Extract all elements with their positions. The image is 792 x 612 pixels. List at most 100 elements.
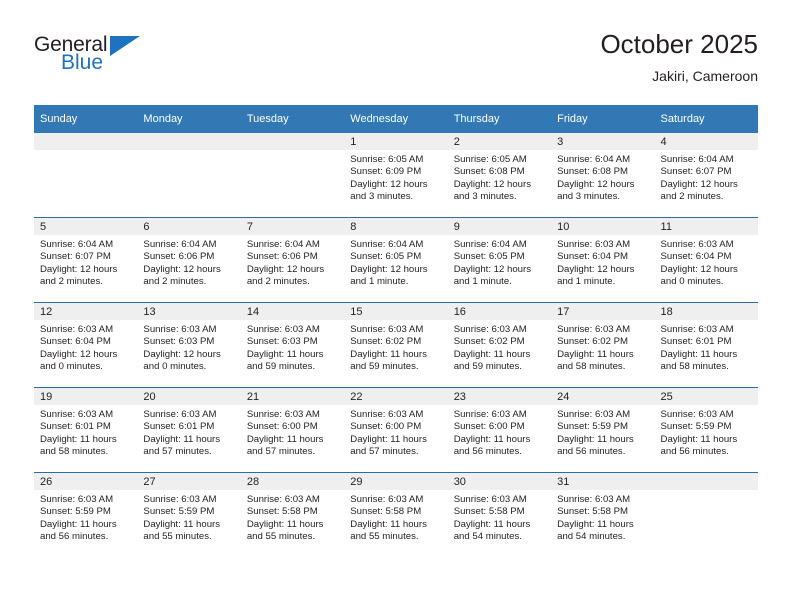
day-number: 29: [344, 473, 448, 490]
calendar-day-cell[interactable]: 12 Sunrise: 6:03 AM Sunset: 6:04 PM Dayligh…: [34, 302, 138, 388]
sunset-text: Sunset: 6:08 PM: [557, 166, 629, 178]
day-details: Sunrise: 6:03 AM Sunset: 6:03 PM Daylight:…: [241, 320, 344, 374]
day-number: 13: [137, 303, 241, 320]
sunrise-text: Sunrise: 6:03 AM: [143, 324, 217, 335]
day-number: 14: [240, 303, 345, 320]
day-number: 4: [654, 133, 758, 150]
calendar-day-cell[interactable]: 20 Sunrise: 6:03 AM Sunset: 6:01 PM Dayligh…: [137, 387, 241, 473]
calendar-day-cell[interactable]: 2 Sunrise: 6:05 AM Sunset: 6:08 PM Daylight…: [447, 133, 552, 218]
weekday-header-sunday: Sunday: [34, 105, 138, 133]
day-number: 30: [447, 473, 552, 490]
sunrise-text: Sunrise: 6:03 AM: [660, 324, 734, 335]
calendar-day-cell[interactable]: 15 Sunrise: 6:03 AM Sunset: 6:02 PM Dayligh…: [344, 302, 448, 388]
day-number: 15: [344, 303, 448, 320]
calendar-day-cell[interactable]: 22 Sunrise: 6:03 AM Sunset: 6:00 PM Dayligh…: [344, 387, 448, 473]
day-number: [654, 473, 758, 490]
calendar-day-cell[interactable]: 23 Sunrise: 6:03 AM Sunset: 6:00 PM Dayligh…: [447, 387, 552, 473]
calendar-day-cell[interactable]: 16 Sunrise: 6:03 AM Sunset: 6:02 PM Dayligh…: [447, 302, 552, 388]
sunrise-text: Sunrise: 6:03 AM: [246, 409, 320, 420]
sunrise-text: Sunrise: 6:03 AM: [40, 494, 114, 505]
calendar-week-row: 1 Sunrise: 6:05 AM Sunset: 6:09 PM Daylight…: [34, 133, 758, 218]
day-details: Sunrise: 6:03 AM Sunset: 6:00 PM Daylight:…: [448, 405, 551, 459]
day-details: Sunrise: 6:03 AM Sunset: 6:04 PM Daylight:…: [655, 235, 758, 289]
sunrise-text: Sunrise: 6:03 AM: [40, 409, 114, 420]
day-details: Sunrise: 6:03 AM Sunset: 5:59 PM Daylight:…: [137, 490, 240, 544]
calendar-day-cell[interactable]: 26 Sunrise: 6:03 AM Sunset: 5:59 PM Dayligh…: [34, 472, 138, 557]
sunrise-text: Sunrise: 6:04 AM: [246, 239, 320, 250]
sunset-text: Sunset: 5:58 PM: [246, 506, 318, 518]
calendar-day-cell[interactable]: 1 Sunrise: 6:05 AM Sunset: 6:09 PM Daylight…: [344, 133, 448, 218]
calendar-day-cell[interactable]: 5 Sunrise: 6:04 AM Sunset: 6:07 PM Daylight…: [34, 217, 138, 303]
day-details: Sunrise: 6:03 AM Sunset: 6:04 PM Daylight:…: [551, 235, 654, 289]
daylight-text: Daylight: 11 hours and 59 minutes.: [350, 348, 427, 373]
daylight-text: Daylight: 11 hours and 57 minutes.: [143, 433, 221, 458]
day-number: 25: [654, 388, 758, 405]
day-number: 31: [551, 473, 655, 490]
calendar-day-cell[interactable]: 7 Sunrise: 6:04 AM Sunset: 6:06 PM Daylight…: [240, 217, 345, 303]
sunset-text: Sunset: 6:02 PM: [557, 336, 629, 348]
daylight-text: Daylight: 11 hours and 59 minutes.: [246, 348, 324, 373]
day-details: Sunrise: 6:03 AM Sunset: 6:00 PM Daylight:…: [344, 405, 447, 459]
calendar-day-cell[interactable]: 19 Sunrise: 6:03 AM Sunset: 6:01 PM Dayligh…: [34, 387, 138, 473]
sunset-text: Sunset: 6:01 PM: [660, 336, 732, 348]
day-details: Sunrise: 6:03 AM Sunset: 5:58 PM Daylight:…: [551, 490, 654, 544]
sunrise-text: Sunrise: 6:03 AM: [660, 409, 734, 420]
daylight-text: Daylight: 11 hours and 55 minutes.: [143, 518, 221, 543]
day-details: Sunrise: 6:04 AM Sunset: 6:06 PM Daylight:…: [137, 235, 240, 289]
day-number: 22: [344, 388, 448, 405]
day-number: [137, 133, 241, 150]
day-details: Sunrise: 6:03 AM Sunset: 6:03 PM Daylight:…: [137, 320, 240, 374]
general-blue-logo[interactable]: General Blue: [34, 34, 174, 90]
sunset-text: Sunset: 6:05 PM: [350, 251, 422, 263]
sunset-text: Sunset: 5:59 PM: [143, 506, 215, 518]
calendar-day-cell[interactable]: 3 Sunrise: 6:04 AM Sunset: 6:08 PM Daylight…: [551, 133, 655, 218]
sunset-text: Sunset: 6:02 PM: [350, 336, 422, 348]
calendar-day-cell[interactable]: 18 Sunrise: 6:03 AM Sunset: 6:01 PM Dayligh…: [654, 302, 758, 388]
calendar-day-cell[interactable]: 10 Sunrise: 6:03 AM Sunset: 6:04 PM Dayligh…: [551, 217, 655, 303]
calendar-day-cell[interactable]: 11 Sunrise: 6:03 AM Sunset: 6:04 PM Dayligh…: [654, 217, 758, 303]
calendar-day-cell[interactable]: 13 Sunrise: 6:03 AM Sunset: 6:03 PM Dayligh…: [137, 302, 241, 388]
calendar-day-cell[interactable]: 6 Sunrise: 6:04 AM Sunset: 6:06 PM Daylight…: [137, 217, 241, 303]
calendar-day-cell[interactable]: 9 Sunrise: 6:04 AM Sunset: 6:05 PM Daylight…: [447, 217, 552, 303]
calendar-day-cell[interactable]: 31 Sunrise: 6:03 AM Sunset: 5:58 PM Dayligh…: [551, 472, 655, 557]
sunset-text: Sunset: 6:08 PM: [453, 166, 525, 178]
calendar-day-cell[interactable]: 21 Sunrise: 6:03 AM Sunset: 6:00 PM Dayligh…: [240, 387, 345, 473]
calendar-cell-empty: [137, 133, 241, 218]
calendar-day-cell[interactable]: 8 Sunrise: 6:04 AM Sunset: 6:05 PM Daylight…: [344, 217, 448, 303]
daylight-text: Daylight: 11 hours and 54 minutes.: [453, 518, 531, 543]
weekday-header-monday: Monday: [137, 105, 241, 133]
sunrise-text: Sunrise: 6:03 AM: [143, 494, 217, 505]
calendar-day-cell[interactable]: 24 Sunrise: 6:03 AM Sunset: 5:59 PM Dayligh…: [551, 387, 655, 473]
calendar-week-row: 26 Sunrise: 6:03 AM Sunset: 5:59 PM Dayligh…: [34, 472, 758, 557]
sunrise-text: Sunrise: 6:03 AM: [660, 239, 734, 250]
sunset-text: Sunset: 6:05 PM: [453, 251, 525, 263]
day-number: 24: [551, 388, 655, 405]
sunrise-text: Sunrise: 6:03 AM: [246, 494, 320, 505]
calendar-day-cell[interactable]: 29 Sunrise: 6:03 AM Sunset: 5:58 PM Dayligh…: [344, 472, 448, 557]
page-title: October 2025: [600, 29, 758, 59]
daylight-text: Daylight: 11 hours and 55 minutes.: [350, 518, 427, 543]
daylight-text: Daylight: 12 hours and 2 minutes.: [143, 263, 221, 288]
calendar-day-cell[interactable]: 25 Sunrise: 6:03 AM Sunset: 5:59 PM Dayligh…: [654, 387, 758, 473]
calendar-day-cell[interactable]: 17 Sunrise: 6:03 AM Sunset: 6:02 PM Dayligh…: [551, 302, 655, 388]
calendar-header-row: Sunday Monday Tuesday Wednesday Thursday Frid…: [34, 105, 758, 133]
day-details: Sunrise: 6:03 AM Sunset: 5:59 PM Daylight:…: [655, 405, 758, 459]
day-details: Sunrise: 6:03 AM Sunset: 5:58 PM Daylight:…: [344, 490, 447, 544]
day-details: Sunrise: 6:05 AM Sunset: 6:09 PM Daylight:…: [344, 150, 447, 204]
sunset-text: Sunset: 5:58 PM: [557, 506, 629, 518]
day-number: 20: [137, 388, 241, 405]
day-details: Sunrise: 6:03 AM Sunset: 5:59 PM Daylight:…: [551, 405, 654, 459]
calendar-day-cell[interactable]: 14 Sunrise: 6:03 AM Sunset: 6:03 PM Dayligh…: [240, 302, 345, 388]
calendar-day-cell[interactable]: 30 Sunrise: 6:03 AM Sunset: 5:58 PM Dayligh…: [447, 472, 552, 557]
day-number: 18: [654, 303, 758, 320]
calendar-day-cell[interactable]: 28 Sunrise: 6:03 AM Sunset: 5:58 PM Dayligh…: [240, 472, 345, 557]
day-details: Sunrise: 6:04 AM Sunset: 6:07 PM Daylight:…: [34, 235, 137, 289]
sunrise-text: Sunrise: 6:03 AM: [557, 494, 631, 505]
calendar-day-cell[interactable]: 4 Sunrise: 6:04 AM Sunset: 6:07 PM Daylight…: [654, 133, 758, 218]
daylight-text: Daylight: 11 hours and 59 minutes.: [453, 348, 531, 373]
calendar-day-cell[interactable]: 27 Sunrise: 6:03 AM Sunset: 5:59 PM Dayligh…: [137, 472, 241, 557]
day-number: 1: [344, 133, 448, 150]
sunrise-sunset-calendar: Sunday Monday Tuesday Wednesday Thursday Frid…: [34, 105, 758, 557]
weekday-header-friday: Friday: [551, 105, 655, 133]
sunset-text: Sunset: 5:58 PM: [350, 506, 422, 518]
